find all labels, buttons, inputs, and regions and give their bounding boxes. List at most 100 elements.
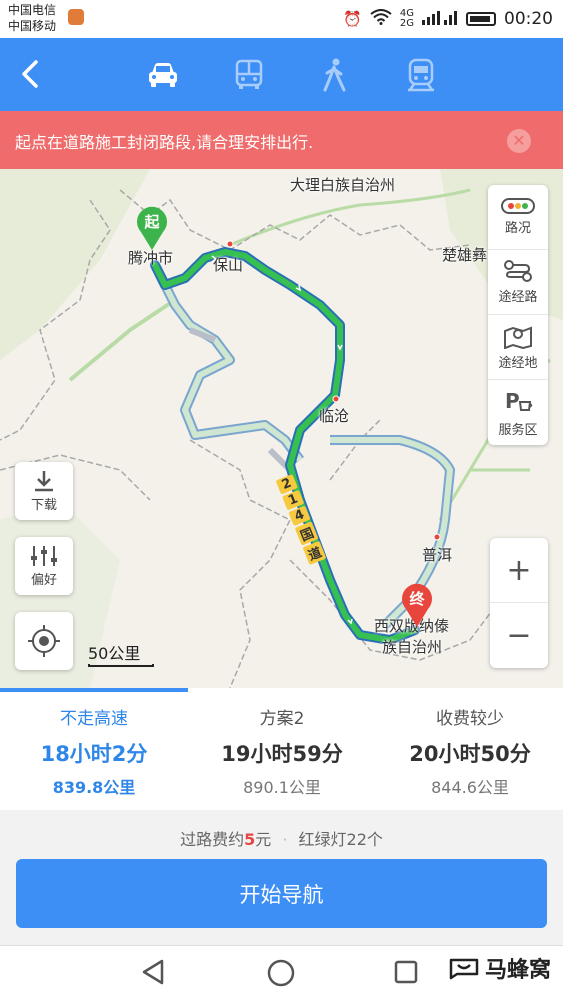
map-tools-panel: 路况 途经路 途经地 P 服务区 bbox=[488, 185, 548, 445]
label-baoshan: 保山 bbox=[213, 256, 244, 274]
route-time: 20小时50分 bbox=[409, 742, 531, 766]
route-option-1[interactable]: 不走高速 18小时2分 839.8公里 bbox=[0, 688, 188, 810]
scale-label: 50公里 bbox=[88, 644, 141, 663]
route-name: 方案2 bbox=[259, 709, 305, 729]
carrier-info: 中国电信 中国移动 bbox=[8, 2, 56, 34]
toll-prefix: 过路费约 bbox=[180, 830, 245, 849]
preference-label: 偏好 bbox=[30, 572, 57, 588]
route-time: 19小时59分 bbox=[221, 742, 343, 766]
signal-icon bbox=[422, 9, 458, 29]
carrier-2: 中国移动 bbox=[8, 19, 57, 33]
end-pin-label: 终 bbox=[409, 590, 425, 608]
nav-recents-button[interactable] bbox=[394, 960, 418, 988]
route-icon bbox=[504, 260, 532, 282]
end-pin[interactable]: 终 bbox=[400, 582, 434, 628]
route-option-2[interactable]: 方案2 19小时59分 890.1公里 bbox=[188, 688, 376, 810]
locate-icon bbox=[28, 625, 60, 657]
via-road-button[interactable]: 途经路 bbox=[488, 250, 548, 315]
system-nav-bar: 马蜂窝 bbox=[0, 945, 563, 1000]
traffic-lights-count: 红绿灯22个 bbox=[298, 830, 383, 849]
traffic-button[interactable]: 路况 bbox=[488, 185, 548, 250]
start-pin[interactable]: 起 bbox=[135, 205, 169, 251]
scale-bar bbox=[88, 664, 154, 667]
route-time: 18小时2分 bbox=[40, 742, 148, 766]
svg-text:P: P bbox=[505, 389, 520, 413]
label-puer: 普洱 bbox=[422, 546, 453, 564]
service-area-icon: P bbox=[505, 389, 533, 413]
label-dali: 大理白族自治州 bbox=[290, 176, 396, 194]
status-icons: ⏰ 4G 2G 00:20 bbox=[343, 6, 553, 32]
app-header bbox=[0, 38, 563, 111]
preference-button[interactable]: 偏好 bbox=[15, 537, 73, 595]
label-lincang: 临沧 bbox=[319, 407, 350, 425]
via-place-button[interactable]: 途经地 bbox=[488, 315, 548, 380]
network-4g: 4G 2G bbox=[400, 9, 414, 29]
tab-train[interactable] bbox=[398, 52, 444, 98]
minus-icon: − bbox=[506, 618, 532, 653]
start-navigation-button[interactable]: 开始导航 bbox=[16, 859, 547, 928]
construction-alert: 起点在道路施工封闭路段,请合理安排出行. ✕ bbox=[0, 111, 563, 169]
zoom-in-button[interactable]: + bbox=[490, 538, 548, 603]
separator-dot: · bbox=[282, 830, 288, 849]
map-view[interactable]: 大理白族自治州 腾冲市 保山 楚雄彝 临沧 普洱 西双版纳傣 族自治州 2 1 … bbox=[0, 169, 563, 688]
back-button[interactable] bbox=[16, 54, 56, 94]
traffic-light-icon bbox=[501, 198, 535, 214]
chevron-left-icon bbox=[22, 60, 38, 88]
wifi-icon bbox=[370, 9, 392, 29]
home-circle-icon bbox=[267, 959, 295, 987]
tab-car[interactable] bbox=[140, 52, 186, 98]
start-pin-label: 起 bbox=[144, 213, 160, 231]
start-navigation-label: 开始导航 bbox=[239, 882, 324, 907]
triangle-back-icon bbox=[142, 959, 164, 985]
alarm-icon: ⏰ bbox=[343, 10, 362, 28]
toll-amount: 5 bbox=[244, 830, 256, 849]
download-label: 下载 bbox=[30, 497, 57, 513]
zoom-out-button[interactable]: − bbox=[490, 603, 548, 668]
app-notification-icon bbox=[68, 9, 84, 25]
tab-bus[interactable] bbox=[226, 52, 272, 98]
traffic-label: 路况 bbox=[504, 221, 531, 236]
service-area-button[interactable]: P 服务区 bbox=[488, 380, 548, 445]
route-name: 不走高速 bbox=[60, 709, 128, 729]
toll-suffix: 元 bbox=[255, 830, 272, 849]
route-summary: 过路费约5元 · 红绿灯22个 bbox=[0, 826, 563, 850]
mafengwo-logo-icon bbox=[449, 958, 479, 980]
download-icon bbox=[35, 470, 53, 491]
route-distance: 890.1公里 bbox=[243, 778, 321, 797]
via-place-label: 途经地 bbox=[498, 356, 538, 371]
via-road-label: 途经路 bbox=[498, 290, 538, 305]
battery-icon bbox=[466, 12, 496, 26]
route-option-3[interactable]: 收费较少 20小时50分 844.6公里 bbox=[376, 688, 563, 810]
download-button[interactable]: 下载 bbox=[15, 462, 73, 520]
route-options: 不走高速 18小时2分 839.8公里 方案2 19小时59分 890.1公里 … bbox=[0, 688, 563, 810]
map-pin-icon bbox=[504, 326, 532, 349]
service-area-label: 服务区 bbox=[498, 422, 538, 438]
sliders-icon bbox=[31, 545, 57, 566]
carrier-1: 中国电信 bbox=[8, 3, 57, 17]
bus-icon bbox=[235, 59, 263, 89]
alert-text: 起点在道路施工封闭路段,请合理安排出行. bbox=[15, 133, 314, 152]
zoom-controls: + − bbox=[490, 538, 548, 668]
alert-close-button[interactable]: ✕ bbox=[507, 129, 531, 153]
locate-button[interactable] bbox=[15, 612, 73, 670]
watermark: 马蜂窝 bbox=[449, 952, 551, 984]
route-name: 收费较少 bbox=[436, 709, 504, 729]
route-distance: 844.6公里 bbox=[431, 778, 509, 797]
plus-icon: + bbox=[506, 552, 532, 588]
network-2g-label: 2G bbox=[399, 18, 414, 29]
watermark-text: 马蜂窝 bbox=[484, 958, 551, 983]
label-xishuangbanna-2: 族自治州 bbox=[382, 638, 443, 656]
route-distance: 839.8公里 bbox=[52, 778, 136, 797]
label-chuxiong: 楚雄彝 bbox=[442, 246, 488, 264]
tab-walk[interactable] bbox=[312, 52, 358, 98]
route-summary-area: 过路费约5元 · 红绿灯22个 开始导航 bbox=[0, 810, 563, 945]
square-recents-icon bbox=[394, 960, 418, 984]
close-icon: ✕ bbox=[512, 131, 526, 150]
status-bar: 中国电信 中国移动 ⏰ 4G 2G 00:20 bbox=[0, 0, 563, 38]
clock: 00:20 bbox=[504, 9, 553, 29]
train-icon bbox=[408, 58, 434, 92]
nav-back-button[interactable] bbox=[140, 958, 168, 990]
transport-mode-tabs bbox=[140, 52, 444, 98]
walk-icon bbox=[323, 58, 346, 92]
nav-home-button[interactable] bbox=[266, 958, 296, 992]
